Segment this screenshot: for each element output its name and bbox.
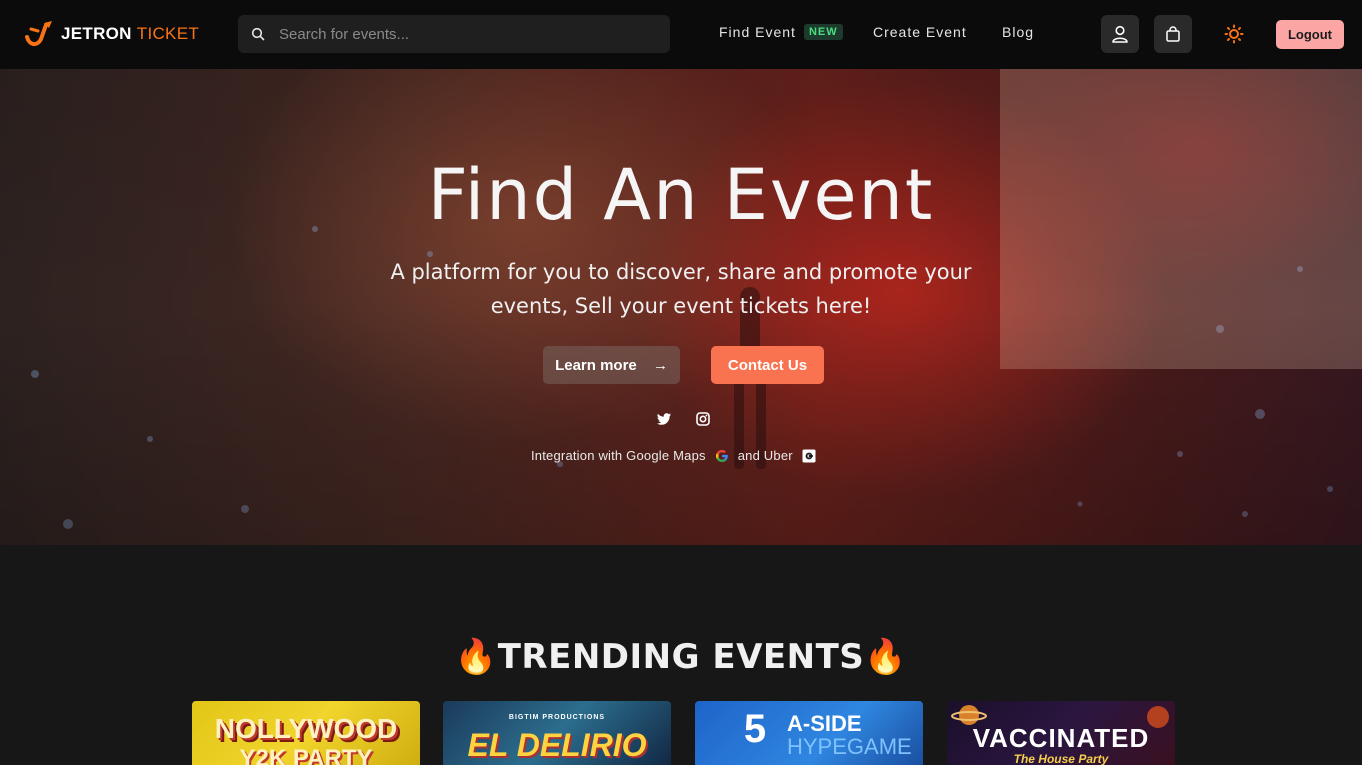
learn-more-button[interactable]: Learn more → [543, 346, 680, 384]
brand-logo[interactable]: JETRON TICKET [23, 19, 199, 49]
hero-title: Find An Event [427, 154, 935, 236]
brand-word-ticket: TICKET [136, 24, 200, 43]
learn-more-label: Learn more [555, 356, 637, 374]
event-card-title: EL DELIRIO [467, 727, 647, 763]
sun-icon[interactable] [1224, 24, 1244, 44]
search-icon [251, 27, 265, 41]
event-card-hypegame[interactable]: 5 A-SIDE HYPEGAME [695, 701, 923, 765]
event-card-title: NOLLYWOOD [214, 713, 398, 744]
contact-us-button[interactable]: Contact Us [711, 346, 824, 384]
search-bar[interactable] [238, 15, 670, 53]
nav-blog[interactable]: Blog [1002, 24, 1034, 40]
shopping-bag-icon [1166, 26, 1180, 42]
jetron-logo-icon [25, 21, 52, 46]
uber-icon [802, 449, 816, 462]
event-card-subtitle: The House Party [1013, 752, 1109, 765]
top-navbar: JETRONTICKET Find Event NEW Create Event… [0, 0, 1362, 69]
hero-section: Find An Event A platform for you to disc… [0, 69, 1362, 545]
google-icon [715, 449, 728, 462]
event-card-presenter: BIGTIM PRODUCTIONS [508, 714, 606, 721]
fire-icon: 🔥 [454, 637, 498, 677]
logout-button[interactable]: Logout [1276, 20, 1344, 49]
fire-icon: 🔥 [864, 637, 908, 677]
profile-button[interactable] [1101, 15, 1139, 53]
twitter-icon[interactable] [656, 411, 672, 427]
nav-find-event-label: Find Event [719, 24, 796, 40]
event-card-title: VACCINATED [972, 723, 1150, 753]
instagram-icon[interactable] [695, 411, 711, 427]
event-card-vaccinated[interactable]: VACCINATED The House Party [947, 701, 1175, 765]
new-badge: NEW [803, 24, 843, 40]
event-card-subtitle: Y2K PARTY [239, 745, 373, 765]
event-card-nollywood[interactable]: NOLLYWOOD Y2K PARTY [192, 701, 420, 765]
event-card-el-delirio[interactable]: BIGTIM PRODUCTIONS EL DELIRIO [443, 701, 671, 765]
event-card-number: 5 [743, 707, 767, 751]
integration-uber-text: and Uber [737, 448, 793, 463]
integration-note: Integration with Google Maps and Uber [531, 448, 816, 463]
user-icon [1112, 25, 1128, 43]
trending-events-heading: 🔥TRENDING EVENTS🔥 [0, 637, 1362, 677]
trending-events-title: TRENDING EVENTS [497, 637, 865, 677]
nav-find-event[interactable]: Find Event NEW [719, 24, 843, 40]
cart-button[interactable] [1154, 15, 1192, 53]
hero-subtitle: A platform for you to discover, share an… [390, 260, 972, 318]
event-card-subtitle: HYPEGAME [787, 734, 912, 759]
brand-word-jetron: JETRON [61, 24, 132, 43]
integration-google-text: Integration with Google Maps [531, 448, 706, 463]
nav-create-event[interactable]: Create Event [873, 24, 967, 40]
search-input[interactable] [279, 25, 649, 43]
brand-name: JETRON TICKET [61, 24, 199, 44]
arrow-right-icon: → [652, 356, 668, 374]
